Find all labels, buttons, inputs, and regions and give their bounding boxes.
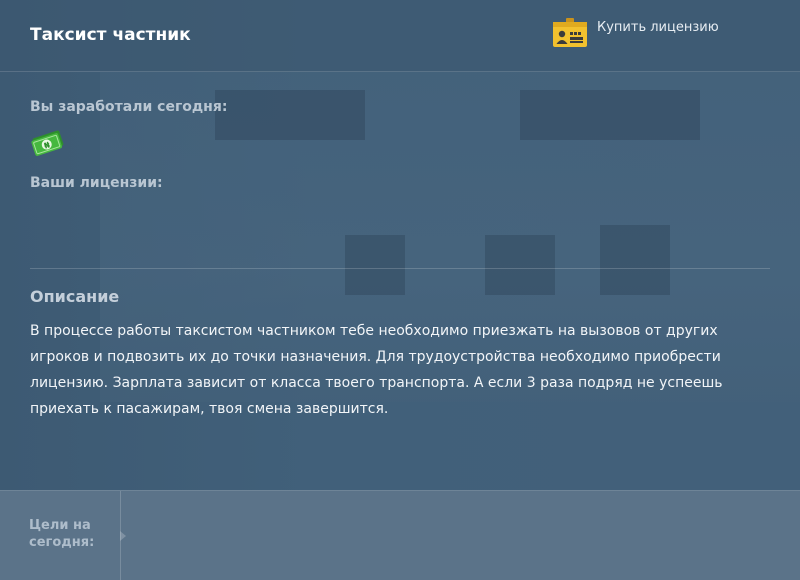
goals-label: Цели на сегодня: bbox=[29, 518, 95, 550]
description-title: Описание bbox=[30, 287, 120, 306]
description-text: В процессе работы таксистом частником те… bbox=[30, 323, 723, 417]
license-card-icon bbox=[552, 18, 588, 48]
background-taxi-sign bbox=[190, 160, 340, 200]
background-window bbox=[485, 235, 555, 295]
goals-tab[interactable]: Цели на сегодня: bbox=[0, 491, 121, 580]
page-title: Таксист частник bbox=[30, 25, 191, 45]
licenses-label: Ваши лицензии: bbox=[30, 175, 163, 191]
buy-license-button[interactable]: Купить лицензию bbox=[552, 18, 719, 50]
section-divider bbox=[30, 268, 770, 269]
goals-footer: Цели на сегодня: bbox=[0, 490, 800, 580]
chevron-right-icon bbox=[120, 531, 126, 541]
background-window bbox=[600, 225, 670, 295]
background-window bbox=[215, 90, 365, 140]
background-window bbox=[345, 235, 405, 295]
background-window bbox=[520, 90, 700, 140]
buy-license-label: Купить лицензию bbox=[597, 20, 719, 35]
money-icon: ₦ bbox=[30, 128, 66, 156]
header-bar: Таксист частник Купить лицензию bbox=[0, 0, 800, 72]
earned-today-label: Вы заработали сегодня: bbox=[30, 99, 228, 115]
